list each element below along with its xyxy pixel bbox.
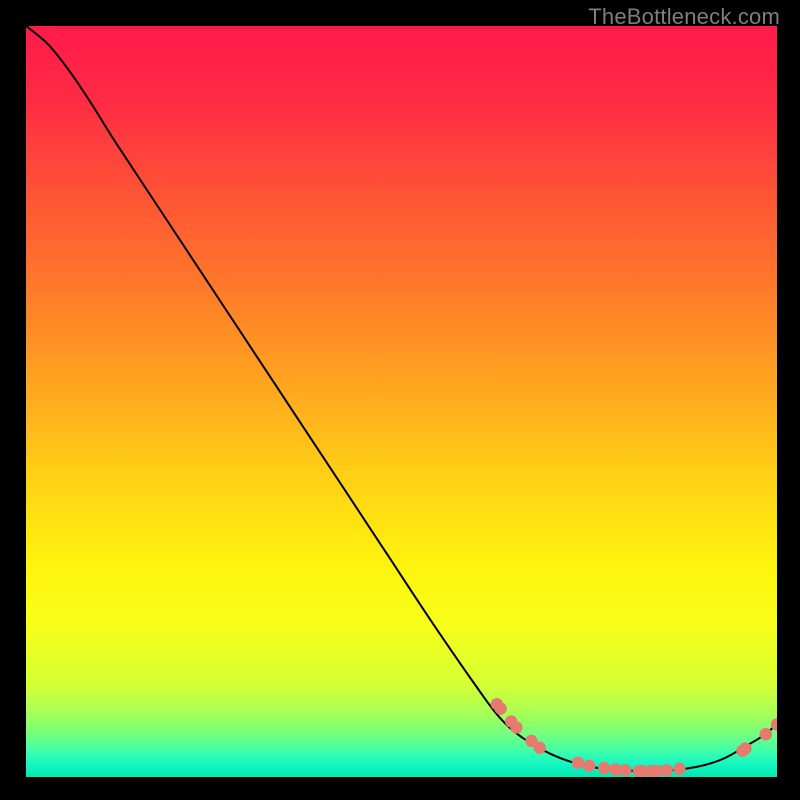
chart-point [760, 728, 772, 740]
chart-point [739, 742, 751, 754]
chart-point [598, 762, 610, 774]
chart-point [583, 760, 595, 772]
chart-point [510, 721, 522, 733]
chart-svg [26, 26, 777, 777]
chart-point [673, 763, 685, 775]
chart-gradient-bg [26, 26, 777, 777]
chart-point [572, 757, 584, 769]
chart-point [494, 702, 506, 714]
chart-stage: TheBottleneck.com [0, 0, 800, 800]
chart-point [619, 764, 631, 776]
chart-point [660, 764, 672, 776]
chart-plot-area [26, 26, 777, 777]
chart-point [533, 742, 545, 754]
